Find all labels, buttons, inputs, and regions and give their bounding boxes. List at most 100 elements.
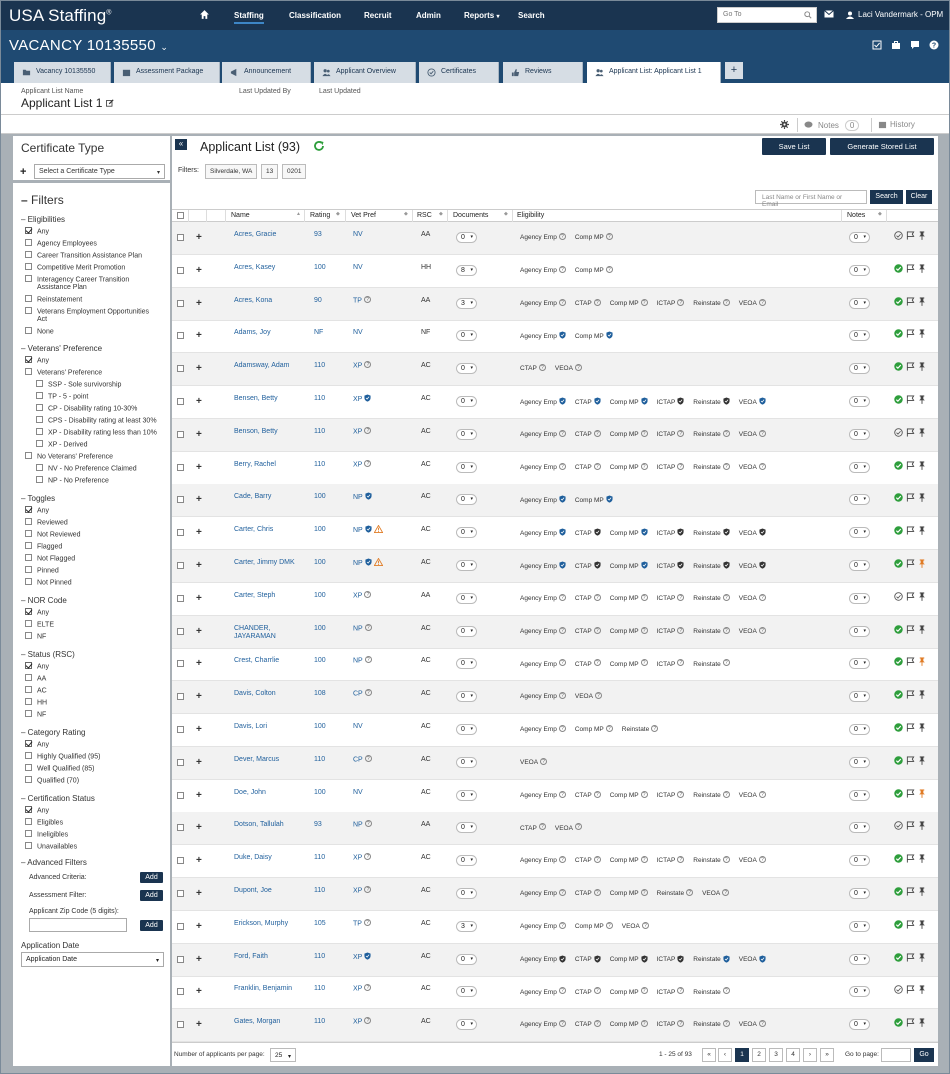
applicant-name-link[interactable]: Doe, John xyxy=(234,789,302,797)
documents-dropdown[interactable]: 0 xyxy=(456,592,477,604)
help-icon[interactable]: ? xyxy=(722,593,730,601)
help-icon[interactable]: ? xyxy=(593,626,601,634)
notes-dropdown[interactable]: 0 xyxy=(849,396,870,407)
flag-icon[interactable] xyxy=(906,625,915,634)
verified-shield-icon[interactable] xyxy=(365,525,372,533)
pin-icon[interactable] xyxy=(918,887,926,896)
help-icon[interactable]: ? xyxy=(593,429,601,437)
filter-option[interactable]: Not Pinned xyxy=(25,578,72,587)
refresh-icon[interactable] xyxy=(313,140,325,152)
column-vet-pref[interactable]: Vet Pref xyxy=(351,212,376,219)
notes-button[interactable]: Notes 0 xyxy=(797,118,870,132)
pin-icon[interactable] xyxy=(918,592,926,601)
pin-icon[interactable] xyxy=(918,395,926,404)
tab-reviews[interactable]: Reviews xyxy=(503,62,583,83)
flag-icon[interactable] xyxy=(906,592,915,601)
applicant-name-link[interactable]: Carter, Jimmy DMK xyxy=(234,559,302,567)
vet-pref-link[interactable]: NP xyxy=(353,494,363,501)
notes-dropdown[interactable]: 0 xyxy=(849,461,870,473)
filter-option[interactable]: TP - 5 - point xyxy=(36,392,88,400)
notes-dropdown[interactable]: 0 xyxy=(849,920,870,932)
shield-icon[interactable] xyxy=(594,561,601,569)
row-checkbox[interactable] xyxy=(177,398,184,405)
not-reviewed-check-icon[interactable] xyxy=(894,231,903,240)
row-checkbox[interactable] xyxy=(177,234,184,241)
help-icon[interactable]: ? xyxy=(558,593,566,601)
home-icon[interactable] xyxy=(199,9,210,20)
help-icon[interactable]: ? xyxy=(640,429,648,437)
help-icon[interactable]: ? xyxy=(538,364,546,372)
column-rating[interactable]: Rating xyxy=(310,212,330,219)
help-icon[interactable]: ? xyxy=(677,856,685,864)
vet-pref-link[interactable]: CP xyxy=(353,756,363,763)
rating-link[interactable]: 100 xyxy=(314,789,326,796)
expand-row-icon[interactable]: + xyxy=(196,363,202,374)
generate-stored-list-button[interactable]: Generate Stored List xyxy=(830,138,934,155)
filter-checkbox[interactable] xyxy=(36,392,43,399)
help-icon[interactable]: ? xyxy=(758,1020,766,1028)
flag-icon[interactable] xyxy=(906,920,915,929)
cert_status-title[interactable]: – Certification Status xyxy=(21,794,95,803)
help-icon[interactable]: ? xyxy=(364,656,372,664)
filter-checkbox[interactable] xyxy=(25,554,32,561)
expand-row-icon[interactable]: + xyxy=(196,954,202,965)
filter-option[interactable]: NV - No Preference Claimed xyxy=(36,464,137,472)
flag-icon[interactable] xyxy=(906,887,915,896)
filter-option[interactable]: SSP - Sole survivorship xyxy=(36,380,121,388)
not-reviewed-check-icon[interactable] xyxy=(894,821,903,831)
filter-chip[interactable]: 13 xyxy=(261,164,279,179)
expand-row-icon[interactable]: + xyxy=(196,724,202,735)
pinned-icon[interactable] xyxy=(918,789,926,798)
tab-assessment-package[interactable]: Assessment Package xyxy=(114,62,220,83)
notes-dropdown[interactable]: 0 xyxy=(849,986,870,998)
vet-pref-link[interactable]: XP xyxy=(353,363,362,370)
applicant-name-link[interactable]: Carter, Steph xyxy=(234,592,302,600)
expand-row-icon[interactable]: + xyxy=(196,560,202,571)
save-list-button[interactable]: Save List xyxy=(762,138,826,155)
help-icon[interactable]: ? xyxy=(364,590,372,598)
pin-icon[interactable] xyxy=(918,1018,926,1028)
flag-icon[interactable] xyxy=(906,362,915,371)
filter-checkbox[interactable] xyxy=(25,764,32,771)
filter-checkbox[interactable] xyxy=(25,674,32,681)
row-checkbox[interactable] xyxy=(177,562,184,569)
vet-pref-link[interactable]: XP xyxy=(353,428,362,435)
filter-option[interactable]: Any xyxy=(25,506,49,515)
help-icon[interactable]: ? xyxy=(364,623,372,631)
documents-dropdown[interactable]: 0 xyxy=(456,724,477,735)
verified-shield-icon[interactable] xyxy=(606,495,613,504)
filter-checkbox[interactable] xyxy=(25,818,32,825)
filter-option[interactable]: Unavailables xyxy=(25,842,77,851)
verified-shield-icon[interactable] xyxy=(364,394,371,402)
help-icon[interactable]: ? xyxy=(605,233,613,240)
filter-checkbox[interactable] xyxy=(25,239,32,246)
documents-dropdown[interactable]: 0 xyxy=(456,461,477,473)
help-icon[interactable]: ? xyxy=(558,725,566,732)
filter-checkbox[interactable] xyxy=(25,662,32,669)
row-checkbox[interactable] xyxy=(177,726,184,733)
help-icon[interactable]: ? xyxy=(677,429,685,437)
applicant-name-link[interactable]: Adams, Joy xyxy=(234,329,302,337)
filter-checkbox[interactable] xyxy=(36,416,43,423)
warning-icon[interactable] xyxy=(373,525,383,534)
filter-checkbox[interactable] xyxy=(25,698,32,705)
pin-icon[interactable] xyxy=(918,461,926,470)
row-checkbox[interactable] xyxy=(177,857,184,865)
documents-dropdown[interactable]: 3 xyxy=(456,920,477,932)
documents-dropdown[interactable]: 0 xyxy=(456,625,477,637)
filter-checkbox[interactable] xyxy=(25,275,32,282)
filter-checkbox[interactable] xyxy=(25,620,32,627)
help-icon[interactable]: ? xyxy=(558,298,566,306)
applicant-name-link[interactable]: CHANDER, JAYARAMAN xyxy=(234,625,302,641)
notes-dropdown[interactable]: 0 xyxy=(849,724,870,735)
notes-dropdown[interactable]: 0 xyxy=(849,953,870,965)
reviewed-check-icon[interactable] xyxy=(894,723,903,732)
vet-pref-link[interactable]: NV xyxy=(353,789,363,796)
not-reviewed-check-icon[interactable] xyxy=(894,592,903,601)
help-icon[interactable]: ? xyxy=(593,889,601,896)
help-icon[interactable]: ? xyxy=(558,692,566,700)
notes-dropdown[interactable]: 0 xyxy=(849,855,870,867)
rating-link[interactable]: 110 xyxy=(314,395,325,402)
notes-dropdown[interactable]: 0 xyxy=(849,560,870,571)
nav-admin[interactable]: Admin xyxy=(416,11,441,20)
